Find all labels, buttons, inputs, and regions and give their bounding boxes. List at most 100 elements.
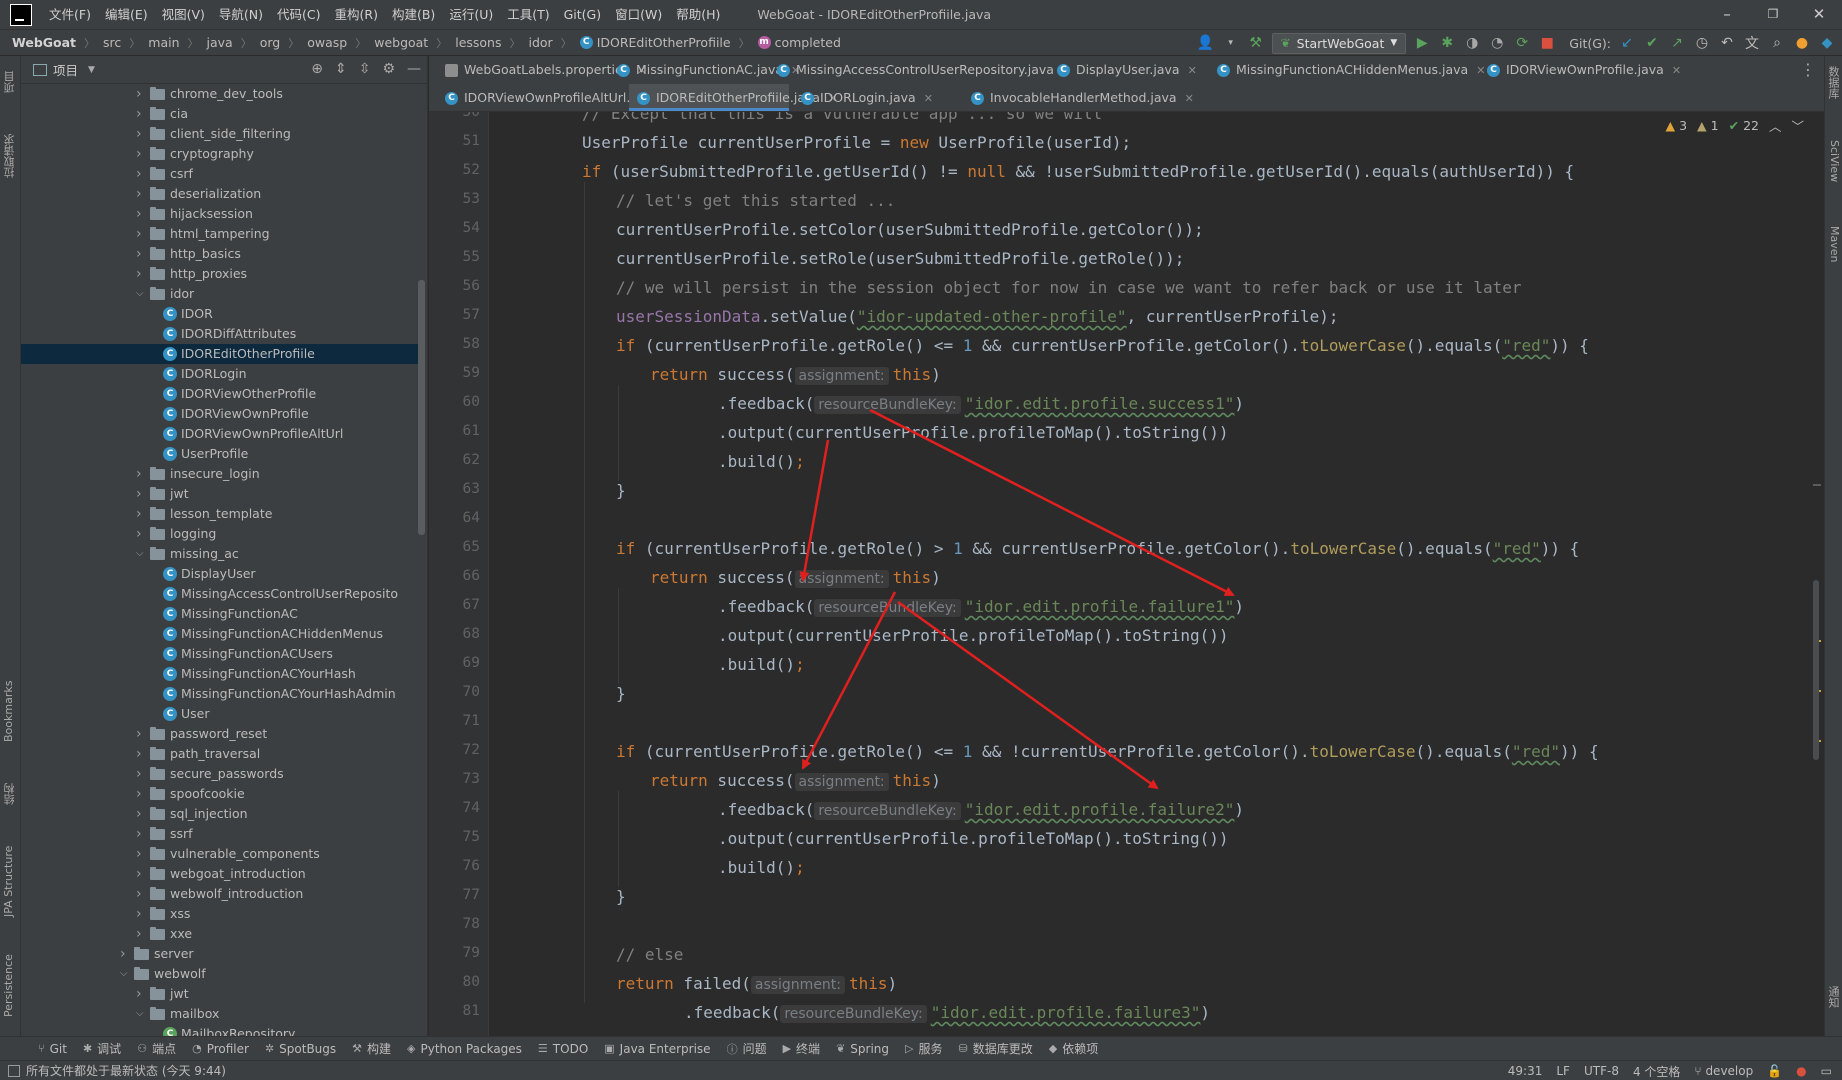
menu-navigate[interactable]: 导航(N) xyxy=(212,0,270,29)
menu-window[interactable]: 窗口(W) xyxy=(608,0,669,29)
chevron-right-icon[interactable]: › xyxy=(136,84,146,104)
code-line[interactable]: // we will persist in the session object… xyxy=(616,273,1521,302)
menu-git[interactable]: Git(G) xyxy=(557,0,609,29)
breadcrumb-org[interactable]: org xyxy=(260,35,281,50)
tree-class-item[interactable]: C User xyxy=(21,704,421,724)
tree-class-item[interactable]: C MissingAccessControlUserReposito xyxy=(21,584,421,604)
user-icon[interactable]: 👤 xyxy=(1197,34,1215,52)
editor-tab[interactable]: C MissingFunctionACHiddenMenus.java ✕ xyxy=(1209,56,1485,83)
code-line[interactable]: // Except that this is a vulnerable app … xyxy=(582,112,1102,128)
chevron-right-icon[interactable]: › xyxy=(136,724,146,744)
tree-folder[interactable]: › cryptography xyxy=(21,144,421,164)
code-line[interactable]: .feedback(resourceBundleKey: "idor.edit.p… xyxy=(684,998,1210,1027)
restore-button[interactable]: ❐ xyxy=(1750,0,1796,29)
code-line[interactable]: .output(currentUserProfile.profileToMap(… xyxy=(718,621,1229,650)
tree-folder[interactable]: › password_reset xyxy=(21,724,421,744)
update-icon[interactable]: ● xyxy=(1793,34,1811,52)
menu-view[interactable]: 视图(V) xyxy=(155,0,212,29)
code-area[interactable]: // Except that this is a vulnerable app … xyxy=(489,112,1809,1036)
close-window-button[interactable]: ✕ xyxy=(1796,0,1842,29)
tree-class-item[interactable]: C IDOR xyxy=(21,304,421,324)
chevron-right-icon[interactable]: › xyxy=(136,824,146,844)
chevron-down-icon[interactable]: ⌵ xyxy=(120,964,130,984)
expand-all-icon[interactable]: ⇕ xyxy=(335,61,347,77)
chevron-right-icon[interactable]: › xyxy=(136,224,146,244)
chevron-right-icon[interactable]: › xyxy=(120,944,130,964)
jetbrains-toolbox-icon[interactable]: ◆ xyxy=(1818,34,1836,52)
code-line[interactable]: } xyxy=(616,679,626,708)
tree-folder[interactable]: › http_proxies xyxy=(21,264,421,284)
tree-folder[interactable]: › logging xyxy=(21,524,421,544)
tree-folder[interactable]: › deserialization xyxy=(21,184,421,204)
tree-folder[interactable]: › http_basics xyxy=(21,244,421,264)
bottom-tool-tab[interactable]: ◔ Profiler xyxy=(184,1042,257,1056)
tree-folder[interactable]: › jwt xyxy=(21,484,421,504)
code-line[interactable]: return success(assignment: this) xyxy=(650,766,941,795)
pull-requests-tool-tab[interactable]: 拉取请求 xyxy=(2,126,18,186)
hide-panel-icon[interactable]: — xyxy=(407,61,421,77)
tree-folder[interactable]: › csrf xyxy=(21,164,421,184)
rollback-icon[interactable]: ↶ xyxy=(1718,34,1736,52)
breadcrumb-lessons[interactable]: lessons xyxy=(455,35,501,50)
breadcrumb-main[interactable]: main xyxy=(148,35,179,50)
project-tree-scrollbar[interactable] xyxy=(418,280,425,535)
code-line[interactable]: currentUserProfile.setColor(userSubmitte… xyxy=(616,215,1204,244)
tree-folder[interactable]: › webgoat_introduction xyxy=(21,864,421,884)
code-line[interactable]: if (userSubmittedProfile.getUserId() != … xyxy=(582,157,1574,186)
tree-folder[interactable]: › hijacksession xyxy=(21,204,421,224)
git-update-icon[interactable]: ↙ xyxy=(1618,34,1636,52)
git-commit-icon[interactable]: ✔ xyxy=(1643,34,1661,52)
chevron-right-icon[interactable]: › xyxy=(136,784,146,804)
chevron-right-icon[interactable]: › xyxy=(136,844,146,864)
maven-tool-tab[interactable]: Maven xyxy=(1827,226,1841,286)
tree-folder[interactable]: › jwt xyxy=(21,984,421,1004)
bottom-tool-tab[interactable]: ◈ Python Packages xyxy=(399,1042,530,1056)
line-separator[interactable]: LF xyxy=(1556,1064,1570,1078)
menu-edit[interactable]: 编辑(E) xyxy=(98,0,155,29)
jpa-structure-tool-tab[interactable]: JPA Structure xyxy=(2,836,18,926)
bottom-tool-tab[interactable]: ⚒ 构建 xyxy=(344,1040,399,1057)
bottom-tool-tab[interactable]: ▣ Java Enterprise xyxy=(596,1042,718,1056)
tree-folder[interactable]: › cia xyxy=(21,104,421,124)
bottom-tool-tab[interactable]: ❦ Spring xyxy=(828,1042,897,1056)
chevron-right-icon[interactable]: › xyxy=(136,804,146,824)
bookmarks-tool-tab[interactable]: Bookmarks xyxy=(2,676,18,746)
tree-class-item[interactable]: C MailboxRepository xyxy=(21,1024,421,1036)
chevron-right-icon[interactable]: › xyxy=(136,984,146,1004)
persistence-tool-tab[interactable]: Persistence xyxy=(2,946,18,1026)
code-line[interactable]: UserProfile currentUserProfile = new Use… xyxy=(582,128,1131,157)
code-line[interactable]: .output(currentUserProfile.profileToMap(… xyxy=(718,418,1229,447)
coverage-icon[interactable]: ◑ xyxy=(1463,34,1481,52)
tree-class-item[interactable]: C UserProfile xyxy=(21,444,421,464)
menu-refactor[interactable]: 重构(R) xyxy=(328,0,385,29)
tree-class-item[interactable]: C DisplayUser xyxy=(21,564,421,584)
chevron-up-icon[interactable]: ︿ xyxy=(1769,116,1782,135)
chevron-right-icon[interactable]: › xyxy=(136,864,146,884)
caret-position[interactable]: 49:31 xyxy=(1508,1064,1543,1078)
tree-class-item[interactable]: C MissingFunctionACUsers xyxy=(21,644,421,664)
tree-folder[interactable]: › xss xyxy=(21,904,421,924)
chevron-right-icon[interactable]: › xyxy=(136,484,146,504)
chevron-down-icon[interactable]: ▼ xyxy=(88,65,95,75)
editor-tab[interactable]: C MissingAccessControlUserRepository.java… xyxy=(769,56,1071,83)
search-icon[interactable]: ⌕ xyxy=(1768,34,1786,52)
editor-tab[interactable]: CIDORViewOwnProfileAltUrl.java✕ xyxy=(437,84,674,111)
project-panel-title[interactable]: 项目 xyxy=(53,60,78,79)
bottom-tool-tab[interactable]: ✲ SpotBugs xyxy=(257,1042,344,1056)
notifications-tool-tab[interactable]: 通知 xyxy=(1827,986,1841,1022)
menu-build[interactable]: 构建(B) xyxy=(385,0,442,29)
editor-tab[interactable]: C IDORLogin.java ✕ xyxy=(793,84,959,111)
tree-folder[interactable]: › sql_injection xyxy=(21,804,421,824)
code-line[interactable]: .feedback(resourceBundleKey: "idor.edit.p… xyxy=(718,592,1244,621)
menu-code[interactable]: 代码(C) xyxy=(270,0,327,29)
chevron-right-icon[interactable]: › xyxy=(136,744,146,764)
close-tab-icon[interactable]: ✕ xyxy=(1185,92,1194,105)
lock-icon[interactable]: 🔓 xyxy=(1767,1064,1782,1078)
database-tool-tab[interactable]: 数据库 xyxy=(1827,66,1841,122)
editor-tab[interactable]: C IDOREditOtherProfiile.java ✕ xyxy=(629,84,837,111)
memory-indicator-icon[interactable]: ▭ xyxy=(1821,1064,1832,1078)
code-line[interactable]: return failed(assignment: this) xyxy=(616,969,897,998)
code-line[interactable]: if (currentUserProfile.getRole() > 1 && … xyxy=(616,534,1579,563)
tree-folder[interactable]: ⌵ missing_ac xyxy=(21,544,421,564)
debug-icon[interactable]: ✱ xyxy=(1438,34,1456,52)
